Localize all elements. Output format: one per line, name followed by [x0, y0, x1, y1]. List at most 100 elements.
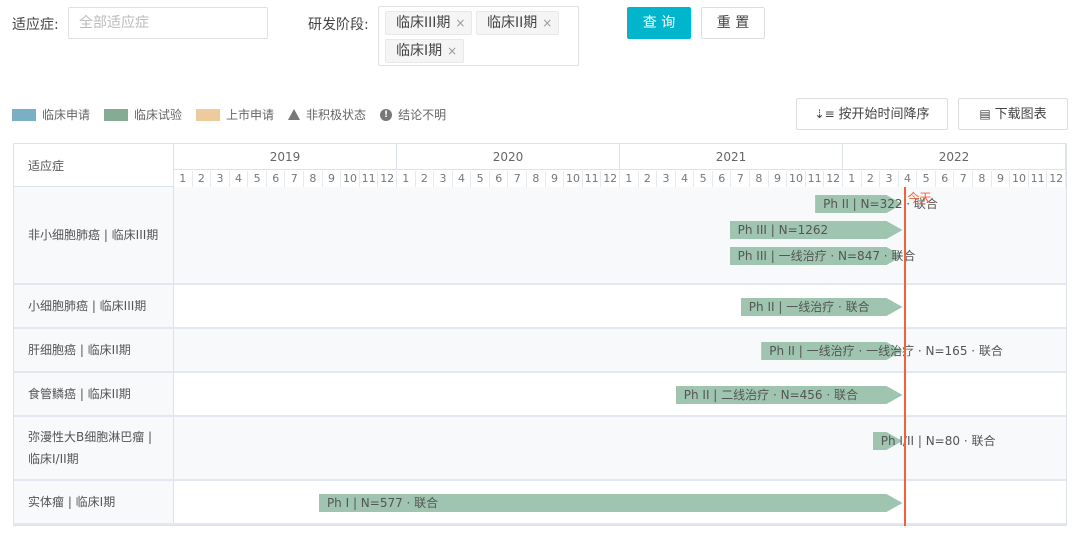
month-header: 12: [824, 171, 843, 187]
today-label: 今天: [907, 191, 932, 205]
legend-market-application: 上市申请: [196, 106, 274, 123]
month-header: 2: [639, 171, 658, 187]
phase-select[interactable]: 临床III期 × 临床II期 × 临床I期 ×: [378, 6, 579, 66]
year-header: 2022: [843, 144, 1066, 170]
month-header: 6: [267, 171, 286, 187]
legend: 临床申请 临床试验 上市申请 非积极状态 ! 结论不明: [12, 106, 446, 123]
month-header: 1: [620, 171, 639, 187]
phase-tag: 临床III期 ×: [385, 11, 473, 35]
trial-bar[interactable]: Ph II | 二线治疗 · N=456 · 联合: [676, 386, 903, 404]
trial-bar[interactable]: Ph II | N=322 · 联合: [815, 195, 938, 213]
tag-label: 临床III期: [396, 15, 451, 31]
month-header: 7: [955, 171, 974, 187]
month-header: 7: [509, 171, 528, 187]
bar-label: Ph II | 二线治疗 · N=456 · 联合: [683, 388, 858, 402]
month-header: 2: [862, 171, 881, 187]
legend-clinical-application: 临床申请: [12, 106, 90, 123]
month-header: 6: [713, 171, 732, 187]
phase-tag: 临床I期 ×: [385, 39, 465, 63]
year-header: 2020: [397, 144, 620, 170]
month-header: 3: [880, 171, 899, 187]
bar-label: Ph II | 一线治疗 · 联合: [748, 300, 870, 314]
trial-bar[interactable]: Ph III | 一线治疗 · N=847 · 联合: [730, 247, 915, 265]
month-header: 4: [676, 171, 695, 187]
swatch: [196, 108, 221, 121]
month-header: 12: [601, 171, 620, 187]
swatch: [104, 108, 129, 121]
month-header: 8: [973, 171, 992, 187]
table-row: 实体瘤 | 临床I期 Ph I | N=577 · 联合: [14, 481, 1066, 525]
month-header: 5: [694, 171, 713, 187]
month-header: 10: [787, 171, 806, 187]
month-header: 8: [527, 171, 546, 187]
legend-label: 结论不明: [398, 108, 447, 122]
phase-label: 研发阶段:: [308, 17, 369, 33]
close-icon[interactable]: ×: [542, 16, 552, 30]
close-icon[interactable]: ×: [455, 16, 465, 30]
sort-icon: ⇣≡: [814, 107, 839, 121]
month-header: 12: [378, 171, 397, 187]
month-header: 5: [248, 171, 267, 187]
sort-label: 按开始时间降序: [838, 107, 930, 122]
today-line: [904, 187, 907, 526]
month-header: 3: [657, 171, 676, 187]
month-header: 10: [1010, 171, 1029, 187]
trial-bar[interactable]: Ph I/II | N=80 · 联合: [873, 432, 995, 450]
download-label: 下载图表: [994, 107, 1047, 122]
legend-clinical-trial: 临床试验: [104, 106, 182, 123]
close-icon[interactable]: ×: [447, 44, 457, 58]
header-indication: 适应症: [14, 144, 174, 187]
header-label: 适应症: [28, 158, 65, 173]
triangle-icon: [288, 109, 301, 120]
bar-label: Ph III | 一线治疗 · N=847 · 联合: [737, 249, 916, 263]
table-row: 弥漫性大B细胞淋巴瘤 | 临床I/II期 Ph I/II | N=80 · 联合: [14, 417, 1066, 481]
month-header: 1: [397, 171, 416, 187]
month-header: 5: [471, 171, 490, 187]
query-button[interactable]: 查 询: [627, 7, 691, 39]
month-header: 9: [323, 171, 342, 187]
year-header: 2019: [174, 144, 397, 170]
month-header: 11: [583, 171, 602, 187]
bar-label: Ph II | 一线治疗 · 一线治疗 · N=165 · 联合: [769, 344, 1003, 358]
legend-label: 临床试验: [134, 108, 183, 122]
month-header: 5: [917, 171, 936, 187]
row-indication-label: 实体瘤 | 临床I期: [14, 481, 174, 523]
table-row: 食管鳞癌 | 临床II期 Ph II | 二线治疗 · N=456 · 联合: [14, 373, 1066, 417]
month-header: 10: [564, 171, 583, 187]
row-indication-label: 非小细胞肺癌 | 临床III期: [14, 187, 174, 283]
legend-label: 临床申请: [42, 108, 91, 122]
month-header: 6: [936, 171, 955, 187]
month-header: 4: [230, 171, 249, 187]
month-header: 9: [769, 171, 788, 187]
month-header: 11: [1029, 171, 1048, 187]
month-header: 2: [416, 171, 435, 187]
table-row: 小细胞肺癌 | 临床III期 Ph II | 一线治疗 · 联合: [14, 285, 1066, 329]
indication-input[interactable]: 全部适应症: [68, 7, 268, 39]
row-indication-label: 肝细胞癌 | 临床II期: [14, 329, 174, 371]
trial-bar[interactable]: Ph II | 一线治疗 · 联合: [741, 298, 903, 316]
month-header: 2: [193, 171, 212, 187]
bar-label: Ph I/II | N=80 · 联合: [880, 434, 996, 448]
month-header: 11: [806, 171, 825, 187]
trial-bar[interactable]: Ph III | N=1262: [730, 221, 903, 239]
document-icon: ▤: [979, 107, 995, 121]
row-indication-label: 小细胞肺癌 | 临床III期: [14, 285, 174, 327]
month-header: 3: [434, 171, 453, 187]
month-header: 10: [341, 171, 360, 187]
download-chart-button[interactable]: ▤ 下载图表: [958, 98, 1068, 130]
bar-label: Ph III | N=1262: [737, 223, 829, 237]
tag-label: 临床II期: [487, 15, 538, 31]
month-header: 3: [211, 171, 230, 187]
reset-button[interactable]: 重 置: [701, 7, 765, 39]
sort-button[interactable]: ⇣≡ 按开始时间降序: [796, 98, 948, 130]
month-header: 6: [490, 171, 509, 187]
row-indication-label: 弥漫性大B细胞淋巴瘤 | 临床I/II期: [14, 417, 174, 479]
month-header: 9: [546, 171, 565, 187]
legend-inactive: 非积极状态: [288, 106, 366, 123]
legend-label: 上市申请: [226, 108, 275, 122]
month-header: 1: [843, 171, 862, 187]
tag-label: 临床I期: [396, 43, 443, 59]
swatch: [12, 108, 36, 121]
trial-bar[interactable]: Ph II | 一线治疗 · 一线治疗 · N=165 · 联合: [761, 342, 1003, 360]
trial-bar[interactable]: Ph I | N=577 · 联合: [319, 494, 903, 512]
